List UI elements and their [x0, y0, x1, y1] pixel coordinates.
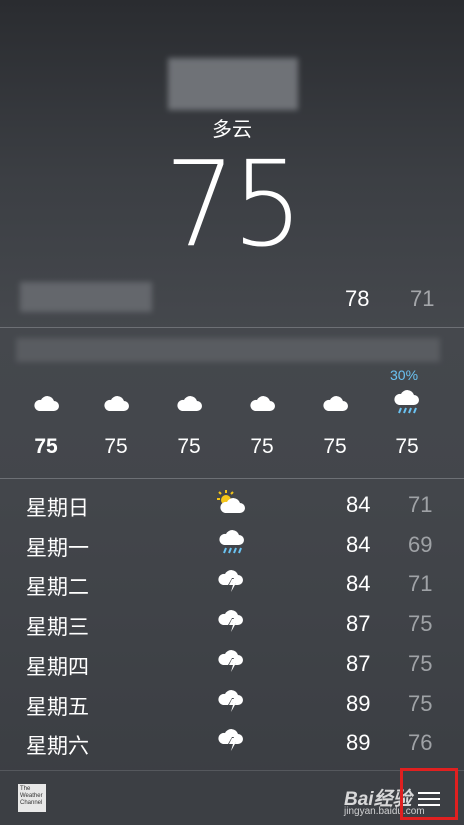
- hourly-item: 75: [377, 385, 437, 459]
- divider: [0, 478, 464, 479]
- thunderstorm-icon: [214, 645, 250, 679]
- day-name: 星期二: [26, 575, 89, 600]
- daily-row[interactable]: 星期三 87 75: [0, 603, 464, 643]
- day-high: 84: [346, 571, 371, 597]
- day-name: 星期一: [26, 535, 89, 560]
- cloud-icon: [232, 385, 292, 421]
- hourly-times-blurred: [16, 338, 440, 362]
- hourly-item: 75: [16, 385, 76, 459]
- hourly-temp: 75: [34, 435, 58, 458]
- day-low: 75: [408, 611, 433, 637]
- today-low: 71: [410, 286, 435, 311]
- daily-row[interactable]: 星期二 84 71: [0, 563, 464, 603]
- hourly-temp: 75: [177, 435, 201, 458]
- day-high: 87: [346, 650, 371, 676]
- day-name: 星期六: [26, 734, 89, 759]
- hourly-temp: 75: [323, 435, 347, 458]
- day-high: 84: [346, 492, 371, 517]
- thunderstorm-icon: [214, 565, 250, 599]
- hourly-item: 75: [86, 385, 146, 459]
- day-high: 89: [346, 730, 371, 756]
- divider: [0, 327, 464, 328]
- day-low: 75: [408, 650, 433, 676]
- thunderstorm-icon: [214, 724, 250, 758]
- day-high: 89: [346, 690, 371, 716]
- daily-row[interactable]: 星期日 84 71: [0, 484, 464, 524]
- hourly-item: 75: [159, 385, 219, 459]
- daily-row[interactable]: 星期六 89 76: [0, 722, 464, 762]
- hourly-temp: 75: [250, 435, 274, 458]
- daily-row[interactable]: 星期四 87 75: [0, 643, 464, 683]
- cloud-rain-icon: [214, 526, 250, 560]
- cloud-rain-icon: [377, 385, 437, 421]
- day-high: 84: [346, 531, 371, 557]
- day-low: 75: [408, 690, 433, 716]
- cloud-icon: [16, 385, 76, 421]
- highlight-box: [400, 768, 458, 820]
- weather-channel-logo[interactable]: The Weather Channel: [18, 784, 46, 812]
- today-high: 78: [345, 286, 370, 311]
- partly-sunny-icon: [214, 486, 250, 520]
- cloud-icon: [305, 385, 365, 421]
- cloud-icon: [159, 385, 219, 421]
- day-low: 71: [408, 571, 433, 597]
- thunderstorm-icon: [214, 605, 250, 639]
- day-name: 星期四: [26, 654, 89, 679]
- precip-chance: 30%: [390, 367, 419, 383]
- location-name-blurred: [168, 58, 298, 110]
- hourly-item: 75: [305, 385, 365, 459]
- hourly-temp: 75: [104, 435, 128, 458]
- cloud-icon: [86, 385, 146, 421]
- daily-row[interactable]: 星期五 89 75: [0, 683, 464, 723]
- day-name: 星期五: [26, 694, 89, 719]
- day-name: 星期三: [26, 615, 89, 640]
- day-name: 星期日: [26, 496, 89, 520]
- day-low: 76: [408, 730, 433, 756]
- thunderstorm-icon: [214, 685, 250, 719]
- day-high: 87: [346, 611, 371, 637]
- day-low: 69: [408, 531, 433, 557]
- hourly-item: 75: [232, 385, 292, 459]
- day-low: 71: [408, 492, 433, 517]
- current-temperature: 75: [164, 135, 303, 273]
- today-label-blurred: [20, 282, 152, 312]
- hourly-temp: 75: [395, 435, 419, 458]
- daily-row[interactable]: 星期一 84 69: [0, 524, 464, 564]
